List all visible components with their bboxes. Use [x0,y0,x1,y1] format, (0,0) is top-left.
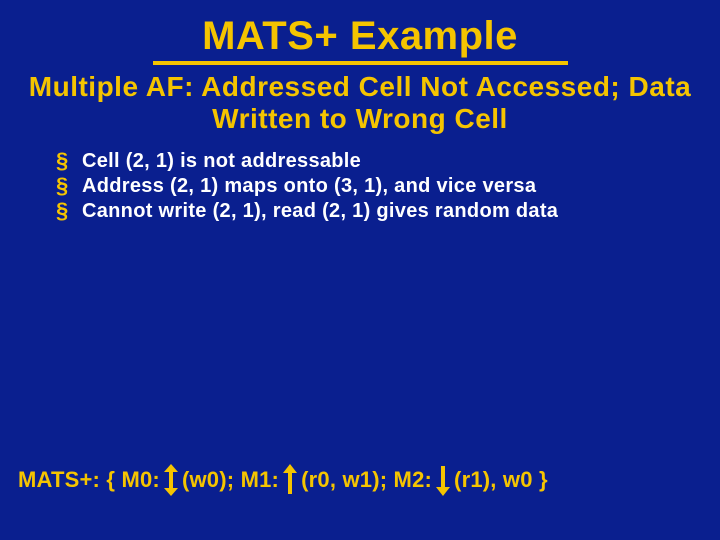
bullet-list: § Cell (2, 1) is not addressable § Addre… [56,149,720,224]
arrow-down-icon [436,464,450,496]
slide-title: MATS+ Example [0,14,720,59]
mats-expression: MATS+: { M0: (w0); M1: (r0, w1); M2: (r1… [18,464,548,496]
title-underline [153,61,568,65]
bullet-icon: § [56,200,82,222]
mats-seg1: (w0); M1: [182,467,279,493]
mats-seg2: (r0, w1); M2: [301,467,432,493]
bullet-text: Address (2, 1) maps onto (3, 1), and vic… [82,174,536,199]
mats-seg3: (r1), w0 } [454,467,548,493]
arrow-up-down-icon [164,464,178,496]
list-item: § Cannot write (2, 1), read (2, 1) gives… [56,199,720,224]
mats-prefix: MATS+: { M0: [18,467,160,493]
bullet-icon: § [56,150,82,172]
list-item: § Cell (2, 1) is not addressable [56,149,720,174]
bullet-text: Cannot write (2, 1), read (2, 1) gives r… [82,199,558,224]
list-item: § Address (2, 1) maps onto (3, 1), and v… [56,174,720,199]
bullet-icon: § [56,175,82,197]
bullet-text: Cell (2, 1) is not addressable [82,149,361,174]
arrow-up-icon [283,464,297,496]
slide-subtitle: Multiple AF: Addressed Cell Not Accessed… [22,71,698,135]
